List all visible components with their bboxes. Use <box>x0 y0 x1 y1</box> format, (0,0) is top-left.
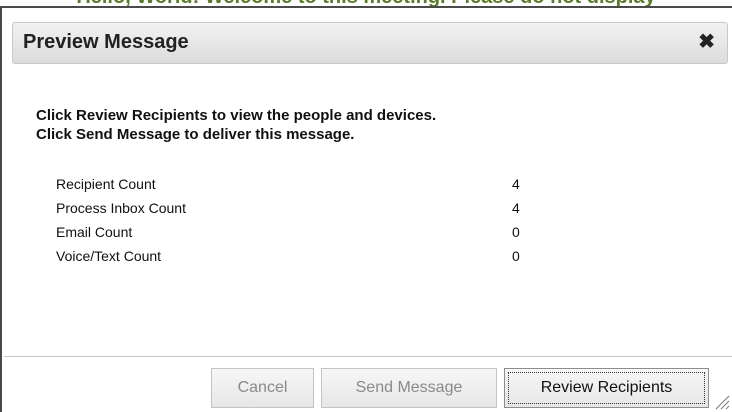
close-icon[interactable]: ✖ <box>698 31 715 53</box>
review-recipients-label: Review Recipients <box>540 379 673 396</box>
cancel-button[interactable]: Cancel <box>211 368 314 408</box>
preview-message-dialog: Preview Message ✖ Click Review Recipient… <box>0 6 732 412</box>
stat-value: 4 <box>512 200 520 216</box>
recipient-stats: Recipient Count 4 Process Inbox Count 4 … <box>56 172 556 268</box>
instructions: Click Review Recipients to view the peop… <box>36 106 436 144</box>
send-message-button[interactable]: Send Message <box>321 368 497 408</box>
stat-value: 0 <box>512 248 520 264</box>
stat-row-process-inbox-count: Process Inbox Count 4 <box>56 196 556 220</box>
instruction-line: Click Review Recipients to view the peop… <box>36 107 437 124</box>
instruction-line: Click Send Message to deliver this messa… <box>36 126 355 143</box>
page: Hello, World! Welcome to this meeting. P… <box>0 0 732 412</box>
resize-grip-icon[interactable] <box>712 392 730 410</box>
review-recipients-button[interactable]: Review Recipients <box>504 368 709 408</box>
dialog-titlebar[interactable]: Preview Message ✖ <box>12 22 728 64</box>
stat-value: 4 <box>512 176 520 192</box>
dialog-title: Preview Message <box>23 31 189 53</box>
button-bar-divider <box>4 356 732 357</box>
stat-label: Voice/Text Count <box>56 248 162 264</box>
stat-label: Process Inbox Count <box>56 200 186 216</box>
stat-row-email-count: Email Count 0 <box>56 220 556 244</box>
stat-label: Recipient Count <box>56 176 156 192</box>
stat-row-recipient-count: Recipient Count 4 <box>56 172 556 196</box>
stat-value: 0 <box>512 224 520 240</box>
stat-label: Email Count <box>56 224 133 240</box>
stat-row-voice-text-count: Voice/Text Count 0 <box>56 244 556 268</box>
